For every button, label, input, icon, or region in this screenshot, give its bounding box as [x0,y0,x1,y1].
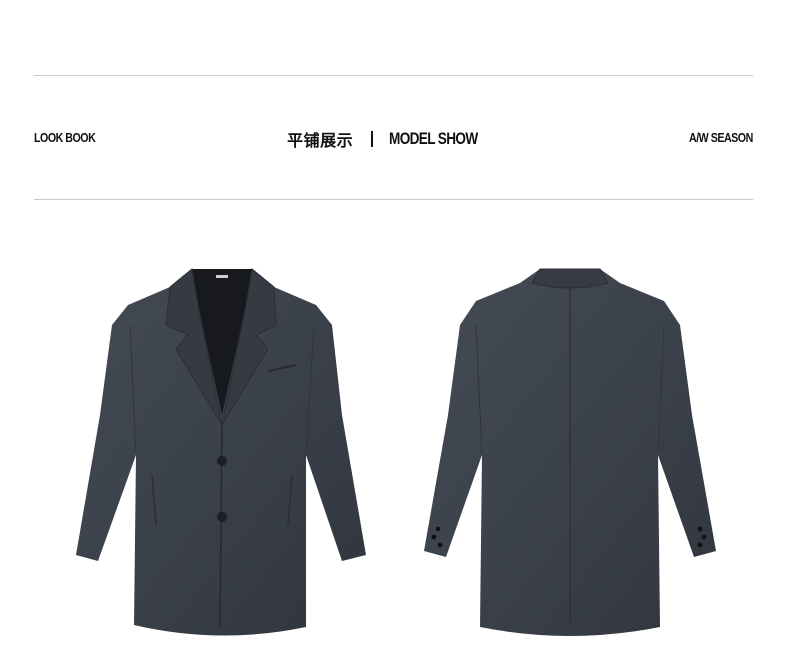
coat-back-image [424,268,716,636]
season-label: A/W SEASON [689,130,753,145]
section-header: LOOK BOOK 平铺展示 MODEL SHOW A/W SEASON [34,124,753,154]
section-title-group: 平铺展示 MODEL SHOW [34,124,753,154]
product-gallery [0,255,790,664]
top-divider [34,75,753,76]
section-title-cn: 平铺展示 [287,131,354,150]
section-title-en: MODEL SHOW [389,129,478,148]
bottom-divider [34,199,753,200]
title-separator [371,131,374,147]
coat-front-image [76,268,366,636]
